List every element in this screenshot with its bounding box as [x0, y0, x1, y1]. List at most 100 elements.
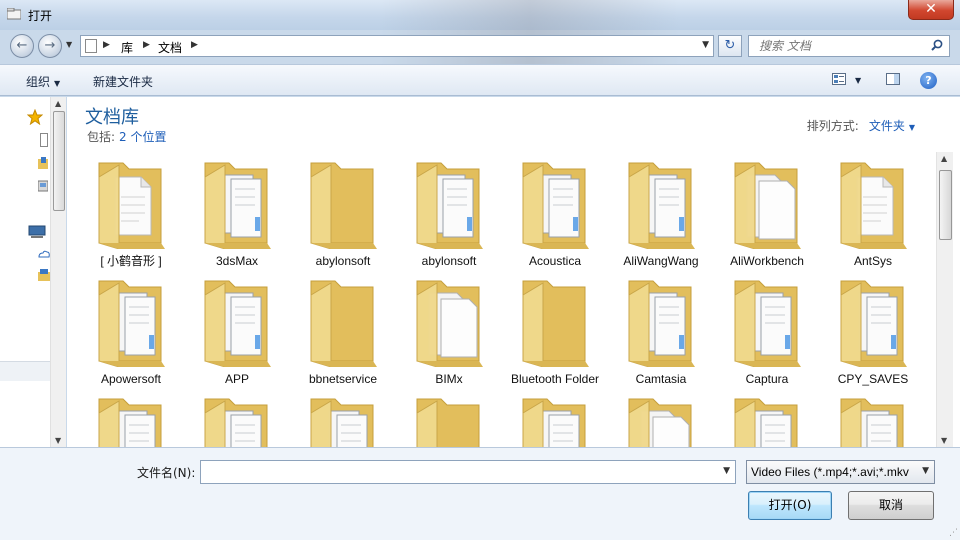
folder-item[interactable]: CPY_SAVES	[821, 275, 925, 388]
title-bar: 打开 ✕	[0, 0, 960, 70]
folder-item[interactable]: BIMx	[397, 275, 501, 388]
computer-icon[interactable]	[28, 225, 46, 239]
folder-item[interactable]: bbnetservice	[291, 275, 395, 388]
forward-button[interactable]: →	[38, 34, 62, 58]
resize-grip-icon[interactable]: ⋰	[949, 528, 958, 538]
folder-item[interactable]	[397, 393, 501, 447]
nav-scroll-thumb[interactable]	[53, 111, 65, 211]
scroll-up-arrow-icon[interactable]: ▲	[55, 99, 61, 108]
change-view-icon[interactable]	[832, 73, 846, 85]
chevron-down-icon: ▼	[54, 79, 61, 88]
help-button[interactable]: ?	[920, 72, 937, 89]
close-button[interactable]: ✕	[908, 0, 954, 20]
folder-icon	[837, 157, 909, 250]
folder-icon	[307, 157, 379, 250]
folder-label: Bluetooth Folder	[510, 372, 600, 386]
back-button[interactable]: ←	[10, 34, 34, 58]
scroll-down-arrow-icon[interactable]: ▼	[941, 436, 947, 445]
breadcrumb-library[interactable]: 库	[121, 39, 133, 56]
network-icon[interactable]	[38, 269, 50, 283]
address-bar[interactable]: ▶ 库 ▶ 文档 ▶ ▼	[80, 35, 714, 57]
folder-icon	[201, 275, 273, 368]
locations-link[interactable]: 2 个位置	[119, 130, 166, 144]
folder-item[interactable]: Apowersoft	[79, 275, 183, 388]
folder-icon	[731, 275, 803, 368]
organize-menu[interactable]: 组织 ▼	[26, 73, 60, 90]
folder-item[interactable]: abylonsoft	[291, 157, 395, 270]
folder-item[interactable]	[291, 393, 395, 447]
refresh-button[interactable]: ↻	[718, 35, 742, 57]
desktop-item-icon[interactable]	[40, 133, 48, 147]
folder-label: Captura	[745, 372, 789, 386]
folder-icon	[837, 275, 909, 368]
folder-icon	[95, 275, 167, 368]
chevron-right-icon[interactable]: ▶	[143, 40, 150, 50]
command-bar: 组织 ▼ 新建文件夹 ▼ ?	[0, 64, 960, 96]
arrange-by-dropdown[interactable]: 文件夹	[869, 119, 905, 133]
preview-pane-icon[interactable]	[886, 73, 900, 85]
folder-item[interactable]: Bluetooth Folder	[503, 275, 607, 388]
cancel-button[interactable]: 取消	[848, 491, 934, 520]
folder-item[interactable]: Camtasia	[609, 275, 713, 388]
navigation-pane: ▲ ▼	[0, 97, 66, 447]
folder-item[interactable]: APP	[185, 275, 289, 388]
includes-label: 包括:	[87, 130, 116, 144]
folder-label: bbnetservice	[308, 372, 378, 386]
folder-label: Camtasia	[635, 372, 687, 386]
downloads-icon[interactable]	[38, 157, 48, 171]
search-input[interactable]	[749, 36, 919, 56]
scroll-down-arrow-icon[interactable]: ▼	[55, 436, 61, 445]
library-icon	[85, 39, 97, 53]
folder-icon	[413, 393, 485, 447]
folder-item[interactable]: AntSys	[821, 157, 925, 270]
filename-dropdown-icon[interactable]: ▼	[723, 466, 730, 476]
scroll-up-arrow-icon[interactable]: ▲	[941, 154, 947, 163]
file-list-scrollbar[interactable]: ▲ ▼	[936, 152, 953, 447]
chevron-right-icon[interactable]: ▶	[103, 40, 110, 50]
folder-icon	[95, 393, 167, 447]
filename-input[interactable]	[201, 461, 701, 483]
folder-icon	[625, 275, 697, 368]
file-type-select[interactable]: Video Files (*.mp4;*.avi;*.mkv ▼	[746, 460, 935, 484]
chevron-down-icon[interactable]: ▼	[922, 466, 929, 476]
folder-icon	[95, 157, 167, 250]
folder-item[interactable]: Captura	[715, 275, 819, 388]
nav-scrollbar[interactable]: ▲ ▼	[50, 97, 66, 447]
search-box[interactable]	[748, 35, 950, 57]
folder-item[interactable]	[503, 393, 607, 447]
arrange-label: 排列方式:	[806, 119, 859, 133]
filename-combobox[interactable]: ▼	[200, 460, 736, 484]
recent-pages-dropdown[interactable]: ▼	[66, 40, 72, 49]
new-folder-button[interactable]: 新建文件夹	[93, 73, 153, 90]
address-row: ← → ▼ ▶ 库 ▶ 文档 ▶ ▼ ↻	[0, 30, 960, 62]
folder-item[interactable]: AliWangWang	[609, 157, 713, 270]
folder-item[interactable]: abylonsoft	[397, 157, 501, 270]
folder-item[interactable]	[715, 393, 819, 447]
onedrive-icon[interactable]	[38, 247, 50, 261]
folder-icon	[625, 157, 697, 250]
favorites-star-icon[interactable]	[27, 109, 43, 125]
folder-icon	[413, 275, 485, 368]
chevron-down-icon[interactable]: ▼	[909, 123, 915, 132]
chevron-right-icon[interactable]: ▶	[191, 40, 198, 50]
search-icon[interactable]	[931, 39, 943, 51]
folder-label: BIMx	[435, 372, 463, 386]
open-button[interactable]: 打开(O)	[748, 491, 832, 520]
folder-label: abylonsoft	[421, 254, 477, 268]
recent-places-icon[interactable]	[38, 179, 48, 193]
folder-icon	[625, 393, 697, 447]
view-options-dropdown[interactable]: ▼	[855, 76, 861, 85]
folder-item[interactable]: Acoustica	[503, 157, 607, 270]
dialog-footer: 文件名(N): ▼ Video Files (*.mp4;*.avi;*.mkv…	[0, 447, 960, 540]
folder-item[interactable]: 3dsMax	[185, 157, 289, 270]
nav-selection-row[interactable]	[0, 361, 50, 381]
breadcrumb-documents[interactable]: 文档	[158, 39, 182, 56]
folder-item[interactable]	[185, 393, 289, 447]
folder-item[interactable]	[79, 393, 183, 447]
folder-item[interactable]: [ 小鹤音形 ]	[79, 157, 183, 270]
folder-item[interactable]	[821, 393, 925, 447]
file-list-scroll-thumb[interactable]	[939, 170, 952, 240]
address-dropdown-icon[interactable]: ▼	[702, 40, 709, 50]
folder-item[interactable]	[609, 393, 713, 447]
folder-item[interactable]: AliWorkbench	[715, 157, 819, 270]
